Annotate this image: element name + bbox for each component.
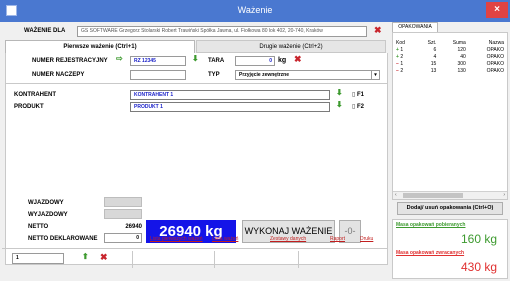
net-value: 26940: [125, 224, 142, 230]
import-arrow-icon[interactable]: ⇨: [116, 54, 123, 63]
link-weighings[interactable]: Lista ważeń: [212, 236, 238, 242]
contractor-down-icon[interactable]: ⬇: [336, 88, 343, 97]
returned-label: Masa opakowań zwracanych: [396, 250, 465, 256]
title-bar: Ważenie ×: [0, 0, 510, 22]
divider: [214, 251, 215, 268]
link-print[interactable]: Druku: [360, 236, 373, 242]
table-row[interactable]: − 2 13 130 OPAKO: [395, 67, 505, 74]
horizontal-scrollbar[interactable]: ‹ ›: [393, 191, 507, 199]
add-remove-packaging-button[interactable]: Dodaj/ usuń opakowania (Ctrl+O): [397, 202, 503, 215]
row-qty: 15: [430, 60, 437, 67]
type-select-value: Przyjęcie zewnętrzne: [239, 72, 290, 78]
row-qty: 13: [430, 67, 437, 74]
product-input[interactable]: PRODUKT 1: [130, 102, 330, 112]
collected-value: 160 kg: [460, 232, 497, 246]
table-row[interactable]: + 1 6 120 OPAKO: [395, 46, 505, 53]
row-code: 1: [400, 46, 404, 53]
declared-net-label: NETTO DEKLAROWANE: [28, 236, 98, 242]
row-qty: 4: [433, 53, 437, 60]
row-qty: 6: [433, 46, 437, 53]
row-code: 2: [400, 67, 404, 74]
row-name: OPAKO: [486, 46, 504, 53]
plus-icon: +: [396, 46, 399, 53]
row-code: 2: [400, 53, 404, 60]
chevron-down-icon[interactable]: ▾: [371, 71, 379, 79]
tab-packaging[interactable]: OPAKOWANIA: [392, 22, 438, 32]
row-code: 1: [400, 60, 404, 67]
scrollbar-thumb[interactable]: [403, 193, 463, 198]
col-code: Kod: [396, 39, 405, 46]
divider: [298, 251, 299, 268]
divider: [132, 251, 133, 268]
col-sum: Suma: [452, 39, 466, 46]
tara-unit: kg: [278, 57, 287, 64]
row-name: OPAKO: [486, 60, 504, 67]
reg-number-input[interactable]: RZ 12345: [130, 56, 186, 66]
scroll-left-icon[interactable]: ‹: [395, 192, 397, 198]
tab-first-weighing[interactable]: Pierwsze ważenie (Ctrl+1): [5, 40, 195, 53]
row-name: OPAKO: [486, 53, 504, 60]
link-data-sets[interactable]: Zestawy danych: [270, 236, 306, 242]
minus-icon: −: [396, 67, 399, 74]
weighing-for-label: WAŻENIE DLA: [24, 28, 66, 34]
up-arrow-icon[interactable]: ⬆: [82, 252, 89, 261]
packaging-panel: OPAKOWANIA Kod Szt. Suma Nazwa + 1 6 120…: [391, 22, 509, 281]
row-sum: 120: [457, 46, 466, 53]
contractor-label: KONTRAHENT: [14, 92, 56, 98]
contractor-input[interactable]: KONTRAHENT 1: [130, 90, 330, 100]
f2-label: F2: [356, 104, 364, 110]
tara-input[interactable]: 0: [235, 56, 275, 66]
down-arrow-icon[interactable]: ⬇: [192, 54, 199, 63]
packaging-table: Kod Szt. Suma Nazwa + 1 6 120 OPAKO + 2 …: [395, 39, 505, 74]
link-report[interactable]: Raport: [330, 236, 345, 242]
link-first-weighings[interactable]: Lista pierwszych ważeń: [150, 236, 203, 242]
collected-label: Masa opakowań pobieranych: [396, 222, 466, 228]
type-label: TYP: [208, 72, 220, 78]
table-row[interactable]: + 2 4 40 OPAKO: [395, 53, 505, 60]
col-name: Nazwa: [488, 39, 504, 46]
trailer-number-label: NUMER NACZEPY: [32, 72, 85, 78]
counter-input[interactable]: 1: [12, 253, 64, 264]
product-down-icon[interactable]: ⬇: [336, 100, 343, 109]
scroll-right-icon[interactable]: ›: [503, 192, 505, 198]
close-button[interactable]: ×: [486, 2, 508, 18]
table-row[interactable]: − 1 15 300 OPAKO: [395, 60, 505, 67]
exit-weight-field: [104, 209, 142, 219]
delete-icon[interactable]: ✖: [100, 252, 108, 263]
f1-label: F1: [356, 92, 364, 98]
clear-tara-icon[interactable]: ✖: [294, 54, 302, 65]
weighing-for-field[interactable]: GS SOFTWARE Grzegorz Stolarski Robert Tr…: [77, 26, 367, 37]
trailer-number-input[interactable]: [130, 70, 186, 80]
row-name: OPAKO: [486, 67, 504, 74]
contractor-f1-button[interactable]: ▯ F1: [352, 91, 364, 98]
col-qty: Szt.: [427, 39, 437, 46]
net-label: NETTO: [28, 224, 49, 230]
exit-weight-label: WYJAZDOWY: [28, 212, 68, 218]
minus-icon: −: [396, 60, 399, 67]
packaging-list: Kod Szt. Suma Nazwa + 1 6 120 OPAKO + 2 …: [392, 32, 508, 200]
clear-icon[interactable]: ✖: [374, 25, 382, 36]
document-icon: ▯: [352, 104, 356, 110]
tab-second-weighing[interactable]: Drugie ważenie (Ctrl+2): [196, 40, 386, 53]
product-f2-button[interactable]: ▯ F2: [352, 103, 364, 110]
declared-net-input[interactable]: 0: [104, 233, 142, 243]
table-header: Kod Szt. Suma Nazwa: [395, 39, 505, 46]
entry-weight-label: WJAZDOWY: [28, 200, 64, 206]
tara-label: TARA: [208, 58, 225, 64]
entry-weight-field: [104, 197, 142, 207]
type-select[interactable]: Przyjęcie zewnętrzne ▾: [235, 70, 380, 80]
row-sum: 40: [460, 53, 466, 60]
reg-number-label: NUMER REJESTRACYJNY: [32, 58, 108, 64]
product-label: PRODUKT: [14, 104, 44, 110]
document-icon: ▯: [352, 92, 356, 98]
packaging-summary: Masa opakowań pobieranych 160 kg Masa op…: [392, 219, 508, 279]
plus-icon: +: [396, 53, 399, 60]
row-sum: 300: [457, 60, 466, 67]
returned-value: 430 kg: [460, 260, 497, 274]
window-title: Ważenie: [237, 5, 273, 15]
main-area: WAŻENIE DLA GS SOFTWARE Grzegorz Stolars…: [2, 22, 388, 281]
row-sum: 130: [457, 67, 466, 74]
